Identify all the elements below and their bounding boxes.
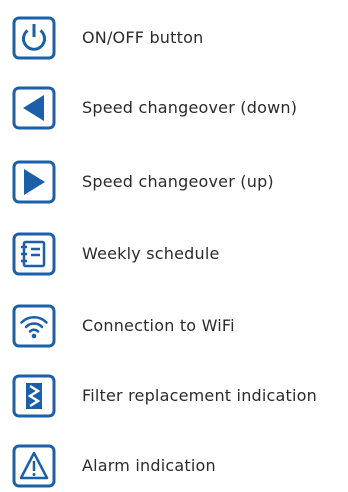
legend-label-speed-up: Speed changeover (up): [82, 172, 274, 191]
legend-label-alarm: Alarm indication: [82, 456, 216, 475]
wifi-icon: [12, 304, 56, 348]
arrow-left-icon: [12, 86, 56, 130]
calendar-schedule-icon: [12, 232, 56, 276]
legend-row-speed-up: Speed changeover (up): [0, 158, 348, 208]
legend-label-power: ON/OFF button: [82, 28, 204, 47]
legend-label-weekly-schedule: Weekly schedule: [82, 244, 220, 263]
legend-label-wifi: Connection to WiFi: [82, 316, 235, 335]
legend-row-alarm: Alarm indication: [0, 442, 348, 492]
legend-row-filter: Filter replacement indication: [0, 372, 348, 422]
alarm-warning-icon: [12, 444, 56, 488]
power-icon: [12, 16, 56, 60]
legend-row-weekly-schedule: Weekly schedule: [0, 230, 348, 280]
legend-row-wifi: Connection to WiFi: [0, 302, 348, 352]
legend-row-speed-down: Speed changeover (down): [0, 84, 348, 134]
filter-icon: [12, 374, 56, 418]
legend-label-filter: Filter replacement indication: [82, 386, 317, 405]
icon-legend: ON/OFF button Speed changeover (down) Sp…: [0, 0, 348, 489]
legend-row-power: ON/OFF button: [0, 14, 348, 64]
arrow-right-icon: [12, 160, 56, 204]
legend-label-speed-down: Speed changeover (down): [82, 98, 298, 117]
